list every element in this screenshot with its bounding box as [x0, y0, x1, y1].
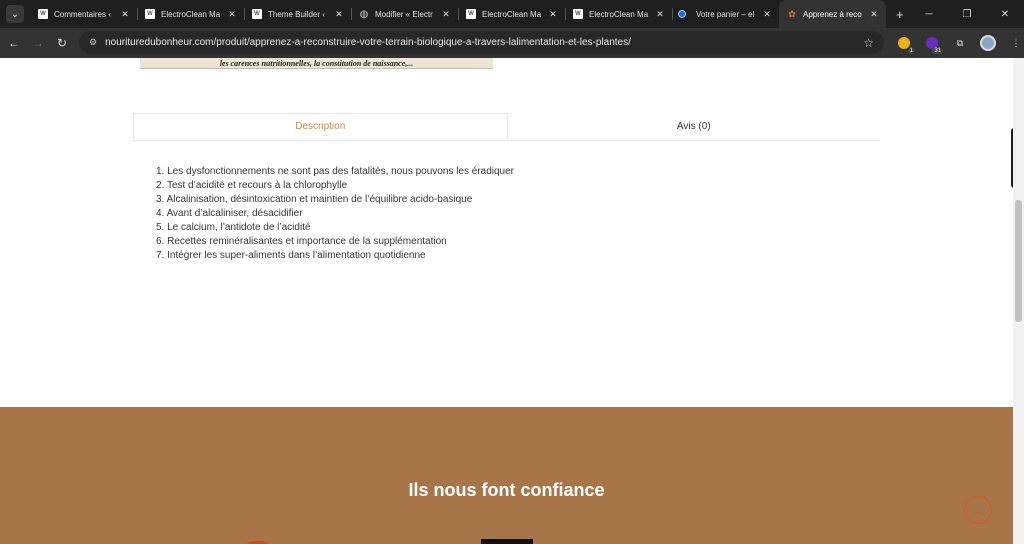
trust-section: Ils nous font confiance ︿ [0, 407, 1013, 544]
profile-avatar[interactable] [977, 32, 999, 54]
close-tab-icon[interactable]: ✕ [226, 9, 238, 20]
browser-menu-icon[interactable]: ⋮ [1005, 32, 1024, 54]
close-tab-icon[interactable]: ✕ [547, 9, 559, 20]
tab-5[interactable]: W ElectroClean Ma ✕ [565, 0, 672, 28]
wordpress-favicon-icon: W [145, 9, 155, 19]
site-favicon-icon: ✿ [788, 8, 796, 19]
restore-icon[interactable]: ❐ [948, 0, 986, 28]
address-bar[interactable]: ⚙ nourituredubonheur.com/produit/apprene… [79, 31, 884, 54]
minimize-icon[interactable]: ─ [910, 0, 948, 28]
extension-badge: 31 [932, 48, 943, 54]
tab-4[interactable]: W ElectroClean Ma ✕ [458, 0, 565, 28]
site-info-icon[interactable]: ⚙ [89, 37, 97, 48]
trust-heading: Ils nous font confiance [408, 480, 605, 500]
tab-title: Votre panier – el [696, 9, 755, 19]
tab-0[interactable]: W Commentaires ‹ ✕ [30, 0, 137, 28]
page-scrollbar[interactable] [1013, 58, 1024, 544]
list-item: 5. Le calcium, l’antidote de l’acidité [156, 222, 311, 233]
tab-6[interactable]: Votre panier – el ✕ [672, 0, 779, 28]
extension-purple-icon[interactable]: 31 [921, 32, 943, 54]
wordpress-favicon-icon: W [38, 9, 48, 19]
close-tab-icon[interactable]: ✕ [333, 9, 345, 20]
forward-arrow-icon[interactable]: → [26, 36, 50, 50]
bookmark-star-icon[interactable]: ☆ [863, 36, 874, 50]
list-item: 7. Intégrer les super-aliments dans l’al… [156, 250, 426, 261]
close-tab-icon[interactable]: ✕ [761, 9, 773, 20]
wordpress-favicon-icon: W [466, 9, 476, 19]
browser-toolbar: ← → ↻ ⚙ nourituredubonheur.com/produit/a… [0, 28, 1024, 58]
product-image-bottom: les carences nutritionnelles, la constit… [140, 58, 493, 69]
tab-search-chevron-icon[interactable]: ⌄ [6, 5, 24, 23]
tab-1[interactable]: W ElectroClean Ma ✕ [137, 0, 244, 28]
tab-title: Apprenez à reco [803, 9, 862, 19]
extensions-area: 1 31 ⧉ ⋮ [893, 32, 1024, 54]
globe-favicon-icon: ◍ [359, 8, 369, 20]
tab-title: ElectroClean Ma [482, 9, 542, 19]
list-item: 2. Test d’acidité et recours à la chloro… [156, 180, 348, 191]
extension-yellow-icon[interactable]: 1 [893, 32, 915, 54]
wordpress-favicon-icon: W [252, 9, 262, 19]
product-tabs: Description Avis (0) [133, 113, 880, 141]
scrollbar-thumb[interactable] [1015, 200, 1022, 322]
url-text[interactable]: nourituredubonheur.com/produit/apprenez-… [105, 37, 863, 48]
back-arrow-icon[interactable]: ← [2, 36, 26, 50]
tab-reviews[interactable]: Avis (0) [508, 113, 881, 140]
list-item: 4. Avant d’alcaliniser, désacidifier [156, 208, 303, 219]
close-tab-icon[interactable]: ✕ [440, 9, 452, 20]
tab-strip: ⌄ W Commentaires ‹ ✕ W ElectroClean Ma ✕… [0, 0, 1024, 28]
page-content: les carences nutritionnelles, la constit… [0, 58, 1013, 544]
chevron-up-icon: ︿ [972, 505, 984, 517]
tab-title: Commentaires ‹ [54, 9, 111, 19]
new-tab-plus-icon[interactable]: + [896, 7, 904, 22]
tab-title: Modifier « Electr [375, 9, 433, 19]
tabs: W Commentaires ‹ ✕ W ElectroClean Ma ✕ W… [30, 0, 886, 28]
wordpress-favicon-icon: W [573, 9, 583, 19]
extension-badge: 1 [907, 48, 915, 54]
tab-3[interactable]: ◍ Modifier « Electr ✕ [351, 0, 458, 28]
close-tab-icon[interactable]: ✕ [654, 9, 666, 20]
description-list: 1. Les dysfonctionnements ne sont pas de… [156, 165, 514, 263]
close-window-icon[interactable]: ✕ [986, 0, 1024, 28]
list-item: 1. Les dysfonctionnements ne sont pas de… [156, 166, 515, 177]
close-tab-icon[interactable]: ✕ [119, 9, 131, 20]
extensions-puzzle-icon[interactable]: ⧉ [949, 32, 971, 54]
tab-title: ElectroClean Ma [589, 9, 649, 19]
tab-2[interactable]: W Theme Builder ‹ ✕ [244, 0, 351, 28]
partner-logo-2[interactable] [481, 539, 533, 544]
window-controls: ─ ❐ ✕ [910, 0, 1024, 28]
tab-7-active[interactable]: ✿ Apprenez à reco ✕ [779, 0, 886, 28]
tab-title: Theme Builder ‹ [268, 9, 325, 19]
reload-icon[interactable]: ↻ [50, 36, 74, 50]
product-image-caption: les carences nutritionnelles, la constit… [219, 58, 414, 68]
tab-title: ElectroClean Ma [161, 9, 221, 19]
close-tab-icon[interactable]: ✕ [868, 9, 880, 20]
list-item: 6. Recettes reminéralisantes et importan… [156, 236, 447, 247]
list-item: 3. Alcalinisation, désintoxication et ma… [156, 194, 473, 205]
back-to-top-button[interactable]: ︿ [964, 496, 992, 524]
tab-description[interactable]: Description [133, 113, 508, 140]
store-favicon-icon [678, 9, 690, 19]
